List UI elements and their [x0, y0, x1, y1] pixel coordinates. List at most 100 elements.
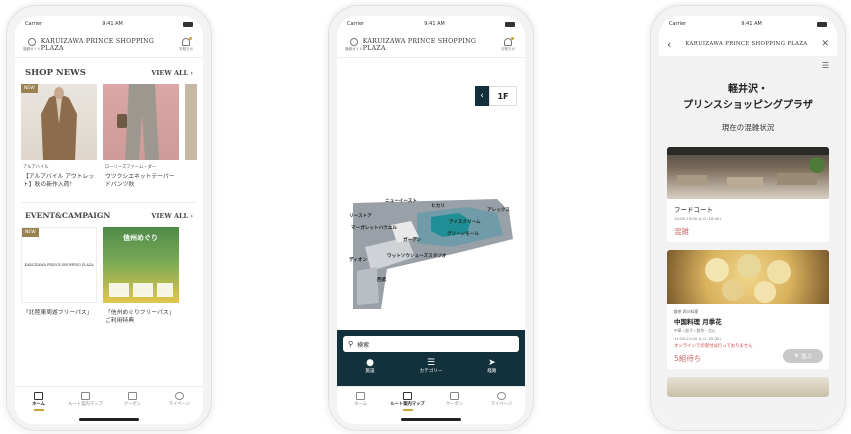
- brand-logo: KARUIZAWA PRINCE SHOPPING PLAZA: [362, 37, 477, 52]
- foodcourt-photo: [667, 147, 829, 199]
- queue-button-label: 並ぶ: [800, 354, 812, 360]
- view-all-link[interactable]: VIEW ALL ›: [151, 69, 193, 77]
- search-input[interactable]: ⚲ 検索: [343, 336, 519, 352]
- venue-card-peek[interactable]: [667, 377, 829, 397]
- back-icon[interactable]: ‹: [667, 38, 671, 51]
- event-card[interactable]: 信州めぐり 「信州めぐりフリーパス」ご利用特典: [103, 226, 179, 326]
- mall-title-line: プリンスショッピングプラザ: [683, 99, 813, 111]
- list-icon: ☰: [426, 358, 436, 368]
- side-button: [650, 66, 651, 88]
- side-button: [6, 98, 7, 132]
- notifications-button[interactable]: お知らせ: [177, 36, 195, 52]
- map-label: ヒカリ: [431, 204, 445, 209]
- map-label: リーストア: [349, 214, 372, 219]
- tab-home[interactable]: ホーム: [342, 392, 380, 424]
- facility-button[interactable]: ● 施設: [365, 358, 374, 374]
- map-label: 西武: [377, 278, 387, 283]
- event-text: 「北陸東周遊フリーパス」: [23, 309, 93, 316]
- side-button: [6, 66, 7, 88]
- map-label: ワットソウシューズスタジオ: [387, 254, 447, 259]
- divider: [21, 201, 197, 203]
- new-badge: NEW: [21, 84, 38, 93]
- clock: 9:41 AM: [741, 21, 762, 27]
- route-button[interactable]: ➤ 経路: [487, 358, 496, 374]
- congestion-content[interactable]: ☰ 軽井沢・ プリンスショッピングプラザ 現在の混雑状況 フードコート 10:0…: [659, 56, 837, 424]
- facility-guide-button[interactable]: 施設ガイド: [345, 37, 363, 52]
- floor-prev-button[interactable]: ‹: [475, 86, 489, 106]
- floor-selector: ‹ 1F: [475, 86, 517, 106]
- carrier-label: Carrier: [25, 21, 43, 27]
- settings-icon[interactable]: ☰: [822, 61, 829, 70]
- home-indicator: [79, 418, 139, 421]
- coupon-icon: [128, 392, 137, 400]
- status-bar: Carrier 9:41 AM: [659, 16, 837, 32]
- shop-news-carousel[interactable]: NEW アルアバイル 【アルアバイル アウトレット】秋の新作入荷！ ローリーズフ…: [15, 84, 203, 190]
- map-controls-panel: ⚲ 検索 ● 施設 ☰ カテゴリー ➤ 経路: [337, 330, 525, 386]
- view-all-link[interactable]: VIEW ALL ›: [151, 212, 193, 220]
- congestion-status: 混雑: [674, 227, 689, 236]
- news-card[interactable]: ローリーズファーム・ダー ウツクシエネットテーパードパンツ秋: [103, 84, 179, 190]
- tab-label: ルート案内マップ: [68, 402, 103, 407]
- tab-label: ホーム: [354, 402, 367, 407]
- venue-hours: 11:00-21:00 (L.O. 20:30): [674, 336, 721, 341]
- battery-icon: [504, 21, 515, 27]
- tab-home[interactable]: ホーム: [20, 392, 58, 424]
- venue-card[interactable]: 飲茶 四川料理 中国料理 月季花 中華 / 餃子 / 飲茶・点心 11:00-2…: [667, 250, 829, 369]
- mall-title: 軽井沢・ プリンスショッピングプラザ: [659, 82, 837, 113]
- foodcourt-image: [667, 147, 829, 187]
- home-icon: [34, 392, 43, 400]
- mall-map[interactable]: ニューイースト リーストア マーガレットハウエル ディオン ガーデン アイスクリ…: [347, 191, 517, 311]
- guide-icon: [27, 37, 36, 46]
- dimsum-photo: [667, 250, 829, 304]
- tab-label: マイページ: [168, 402, 191, 407]
- event-image: KARUIZAWA PRINCE SHOPPING PLAZA NEW: [21, 226, 97, 303]
- event-carousel[interactable]: KARUIZAWA PRINCE SHOPPING PLAZA NEW 「北陸東…: [15, 226, 203, 326]
- venue-detail: 中華 / 餃子 / 飲茶・点心: [674, 328, 716, 333]
- venue-card[interactable]: フードコート 10:00-19:00 (L.O. 18:40) 混雑: [667, 147, 829, 242]
- home-screen: Carrier 9:41 AM 施設ガイド KARUIZAWA PRINCE S…: [15, 16, 203, 424]
- home-icon: [356, 392, 365, 400]
- shop-name: ローリーズファーム・ダー: [105, 165, 157, 170]
- queue-icon: ★: [794, 353, 799, 359]
- queue-button[interactable]: ★ 並ぶ: [783, 349, 823, 363]
- map-icon: [81, 392, 90, 400]
- action-label: 経路: [487, 369, 497, 374]
- venue-body: フードコート 10:00-19:00 (L.O. 18:40) 混雑: [667, 199, 829, 242]
- event-image: 信州めぐり: [103, 226, 179, 303]
- facility-guide-button[interactable]: 施設ガイド: [23, 37, 41, 52]
- notifications-button[interactable]: お知らせ: [499, 36, 517, 52]
- tab-mypage[interactable]: マイページ: [161, 392, 199, 424]
- event-card[interactable]: KARUIZAWA PRINCE SHOPPING PLAZA NEW 「北陸東…: [21, 226, 97, 326]
- congestion-subtitle: 現在の混雑状況: [721, 123, 775, 132]
- phone-map: Carrier 9:41 AM 施設ガイド KARUIZAWA PRINCE S…: [328, 5, 534, 431]
- clock: 9:41 AM: [424, 21, 445, 27]
- tab-label: ホーム: [32, 402, 45, 407]
- news-image: [103, 84, 179, 160]
- notifications-label: お知らせ: [179, 46, 194, 51]
- news-card[interactable]: NEW アルアバイル 【アルアバイル アウトレット】秋の新作入荷！: [21, 84, 97, 190]
- tab-mypage[interactable]: マイページ: [483, 392, 521, 424]
- action-label: カテゴリー: [419, 369, 443, 374]
- event-text: 「信州めぐりフリーパス」ご利用特典: [105, 309, 175, 325]
- mall-title-line: 軽井沢・: [728, 84, 768, 95]
- shop-news-header: SHOP NEWS VIEW ALL ›: [15, 62, 203, 84]
- event-logo: KARUIZAWA PRINCE SHOPPING PLAZA: [24, 262, 94, 267]
- map-label: グリーンモール: [447, 232, 479, 237]
- venue-category: 飲茶 四川料理: [674, 309, 698, 314]
- side-button: [328, 98, 329, 132]
- map-label: マーガレットハウエル: [351, 226, 397, 231]
- map-actions: ● 施設 ☰ カテゴリー ➤ 経路: [343, 358, 519, 374]
- side-button: [650, 98, 651, 132]
- bell-icon: [182, 36, 193, 46]
- tab-label: ルート案内マップ: [390, 402, 425, 407]
- congestion-screen: Carrier 9:41 AM ‹ KARUIZAWA PRINCE SHOPP…: [659, 16, 837, 424]
- map-label: ニューイースト: [385, 199, 417, 204]
- tab-label: クーポン: [123, 402, 142, 407]
- close-icon[interactable]: ✕: [821, 39, 829, 49]
- pin-icon: ●: [366, 358, 374, 368]
- search-placeholder: 検索: [357, 341, 370, 349]
- poster-photo: [109, 282, 129, 297]
- category-button[interactable]: ☰ カテゴリー: [419, 358, 442, 374]
- carrier-label: Carrier: [347, 21, 365, 27]
- news-text: ウツクシエネットテーパードパンツ秋: [105, 174, 175, 189]
